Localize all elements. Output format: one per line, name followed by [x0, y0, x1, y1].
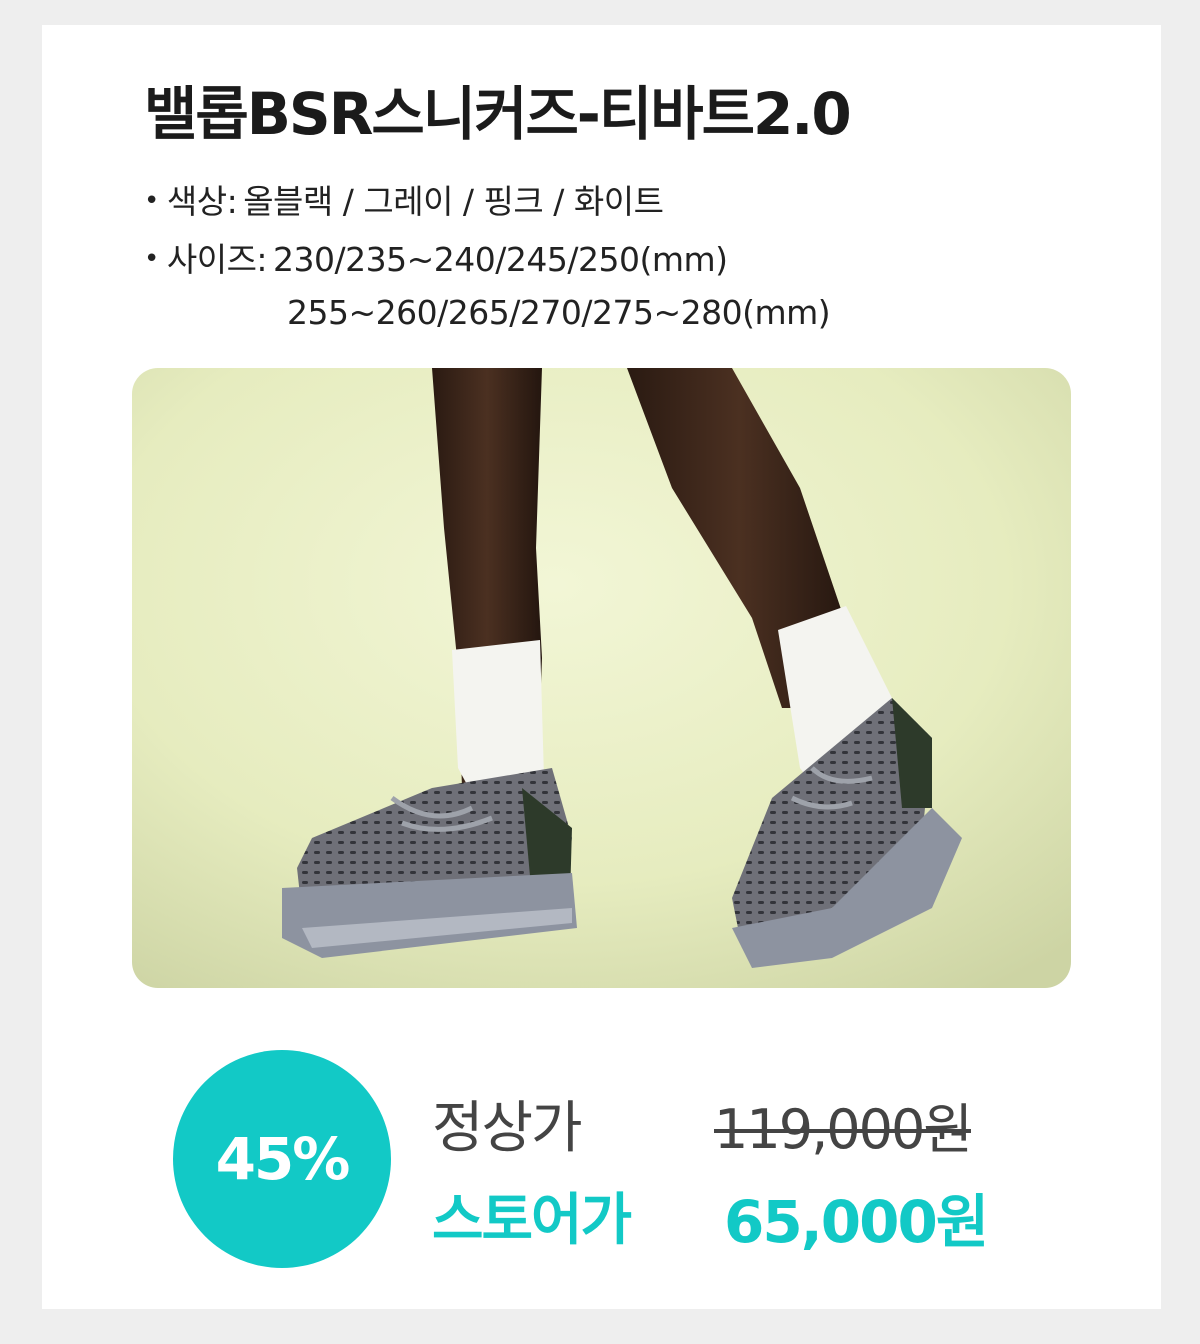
bullet: • [144, 186, 159, 216]
color-spec: • 색상: 올블랙 / 그레이 / 핑크 / 화이트 [144, 175, 664, 223]
store-price: 65,000원 [724, 1188, 989, 1256]
regular-price: 119,000원 [714, 1098, 973, 1161]
product-card: 밸롭BSR스니커즈-티바트2.0 • 색상: 올블랙 / 그레이 / 핑크 / 화이… [42, 25, 1161, 1309]
color-label: 색상: [166, 182, 238, 221]
regular-price-label: 정상가 [432, 1096, 583, 1161]
size-value-line1: 230/235~240/245/250(mm) [273, 240, 728, 279]
size-label: 사이즈: [166, 240, 268, 279]
discount-badge: 45% [173, 1050, 391, 1268]
product-title: 밸롭BSR스니커즈-티바트2.0 [144, 80, 852, 148]
size-value-line2: 255~260/265/270/275~280(mm) [287, 293, 831, 332]
store-price-label: 스토어가 [432, 1188, 632, 1253]
bullet: • [144, 244, 159, 274]
color-value: 올블랙 / 그레이 / 핑크 / 화이트 [243, 182, 664, 221]
product-photo [132, 368, 1071, 988]
size-spec: • 사이즈: 230/235~240/245/250(mm) [144, 233, 728, 281]
